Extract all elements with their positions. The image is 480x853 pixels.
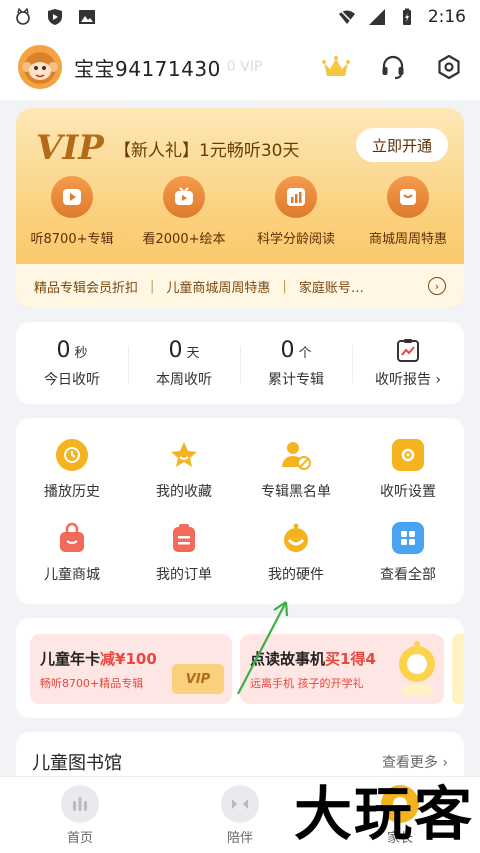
perk-item: 精品专辑会员折扣: [34, 280, 139, 296]
image-icon: [79, 10, 95, 24]
benefit-picturebooks[interactable]: 看2000+绘本: [128, 176, 240, 247]
shield-play-icon: [48, 9, 62, 25]
home-icon: [61, 784, 99, 823]
section-title: 儿童图书馆: [32, 753, 122, 774]
benefit-albums[interactable]: 听8700+专辑: [16, 176, 128, 247]
grid-item-label: 查看全部: [380, 566, 436, 583]
promo-story-machine[interactable]: 点读故事机买1得4 远离手机 孩子的开学礼: [240, 634, 444, 704]
stat-unit: 天: [186, 345, 200, 361]
tab-label: 首页: [66, 830, 93, 846]
companion-icon: [221, 784, 259, 823]
block-user-icon: [280, 439, 312, 471]
star-icon: [168, 439, 200, 471]
stat-unit: 秒: [74, 345, 88, 361]
separator: |: [150, 278, 155, 294]
grid-item-label: 播放历史: [44, 483, 100, 500]
wifi-off-icon: [338, 9, 355, 25]
avatar[interactable]: [18, 45, 62, 89]
tab-home[interactable]: 首页: [0, 777, 160, 853]
promo-banners: 儿童年卡减¥100 畅听8700+精品专辑 VIP 点读故事机买1得4 远离手机…: [16, 618, 464, 718]
listening-report[interactable]: 收听报告 ›: [352, 337, 464, 389]
grid-item-label: 收听设置: [380, 483, 436, 500]
watermark: 大玩客: [293, 780, 474, 848]
promo-highlight: 买1得4: [325, 650, 376, 668]
stat-value: 0: [280, 337, 295, 363]
grid-item-history[interactable]: 播放历史: [16, 428, 128, 511]
grid-item-favorites[interactable]: 我的收藏: [128, 428, 240, 511]
benefit-reading[interactable]: 科学分龄阅读: [240, 176, 352, 247]
promo-annual-card[interactable]: 儿童年卡减¥100 畅听8700+精品专辑 VIP: [30, 634, 232, 704]
vip-promo-text: 【新人礼】1元畅听30天: [114, 141, 300, 161]
function-grid: 播放历史 我的收藏 专辑黑名单 收听设置 儿童商城 我的订单 我的硬件 查看全部: [16, 418, 464, 604]
story-machine-icon: [399, 641, 435, 696]
chart-icon: [275, 176, 317, 218]
grid-item-view-all[interactable]: 查看全部: [352, 511, 464, 594]
benefit-label: 看2000+绘本: [142, 232, 226, 247]
benefit-label: 听8700+专辑: [30, 232, 114, 247]
vip-ghost-label: 0 VIP: [226, 59, 263, 75]
grid-item-label: 我的收藏: [156, 483, 212, 500]
separator: |: [282, 278, 287, 294]
monkey-avatar-icon: [22, 52, 58, 84]
grid-item-kids-mall[interactable]: 儿童商城: [16, 511, 128, 594]
vip-badge: VIP: [172, 664, 224, 694]
grid-item-hardware[interactable]: 我的硬件: [240, 511, 352, 594]
customer-service-icon[interactable]: [380, 54, 406, 80]
vip-perks-strip[interactable]: 精品专辑会员折扣 | 儿童商城周周特惠 | 家庭账号… ›: [16, 264, 464, 308]
grid-item-orders[interactable]: 我的订单: [128, 511, 240, 594]
grid-item-label: 专辑黑名单: [261, 483, 331, 500]
clock-icon: [56, 438, 88, 471]
play-icon: [51, 176, 93, 218]
benefit-label: 科学分龄阅读: [256, 232, 335, 247]
benefit-label: 商城周周特惠: [368, 232, 447, 247]
vip-benefits: 听8700+专辑 看2000+绘本 科学分龄阅读 商城周周特惠: [16, 176, 464, 247]
settings-icon: [392, 438, 424, 471]
report-icon: [397, 339, 419, 362]
vip-card[interactable]: VIP 【新人礼】1元畅听30天 立即开通 听8700+专辑 看2000+绘本 …: [16, 108, 464, 308]
grid-item-label: 我的订单: [156, 566, 212, 583]
activate-vip-button[interactable]: 立即开通: [356, 128, 448, 162]
promo-highlight: 减¥100: [100, 650, 157, 668]
report-label: 收听报告 ›: [374, 372, 442, 388]
signal-icon: [368, 9, 385, 25]
stat-albums[interactable]: 0个 累计专辑: [240, 338, 352, 389]
cat-notification-icon: [16, 8, 30, 25]
tv-icon: [163, 176, 205, 218]
stat-value: 0: [56, 337, 71, 363]
stat-label: 今日收听: [44, 371, 100, 388]
stat-today[interactable]: 0秒 今日收听: [16, 338, 128, 389]
perk-item: 家庭账号…: [298, 280, 364, 296]
settings-gear-icon[interactable]: [436, 54, 462, 80]
clock-time: 2:16: [427, 7, 466, 27]
grid-item-label: 我的硬件: [268, 566, 324, 583]
perk-item: 儿童商城周周特惠: [166, 280, 271, 296]
listening-stats: 0秒 今日收听 0天 本周收听 0个 累计专辑 收听报告 ›: [16, 322, 464, 404]
grid-item-settings[interactable]: 收听设置: [352, 428, 464, 511]
stat-value: 0: [168, 337, 183, 363]
grid-item-label: 儿童商城: [44, 566, 100, 583]
stat-label: 本周收听: [156, 371, 212, 388]
profile-header: 宝宝94171430 0 VIP: [0, 34, 480, 100]
promo-title: 儿童年卡: [40, 650, 101, 668]
status-bar: 2:16: [0, 0, 480, 34]
battery-icon: [402, 8, 411, 25]
bag-icon: [56, 522, 88, 554]
shop-icon: [387, 176, 429, 218]
promo-title: 点读故事机: [250, 650, 326, 668]
stat-unit: 个: [298, 345, 312, 361]
benefit-shop[interactable]: 商城周周特惠: [352, 176, 464, 247]
tab-label: 陪伴: [226, 830, 253, 846]
crown-icon[interactable]: [322, 55, 350, 79]
promo-next-peek: [452, 634, 464, 704]
order-icon: [168, 522, 200, 554]
device-icon: [280, 522, 312, 554]
vip-logo: VIP: [36, 128, 104, 168]
stat-week[interactable]: 0天 本周收听: [128, 338, 240, 389]
grid-item-blacklist[interactable]: 专辑黑名单: [240, 428, 352, 511]
stat-label: 累计专辑: [268, 371, 324, 388]
apps-icon: [392, 521, 424, 554]
username[interactable]: 宝宝94171430: [74, 53, 221, 82]
chevron-right-icon[interactable]: ›: [428, 277, 446, 295]
